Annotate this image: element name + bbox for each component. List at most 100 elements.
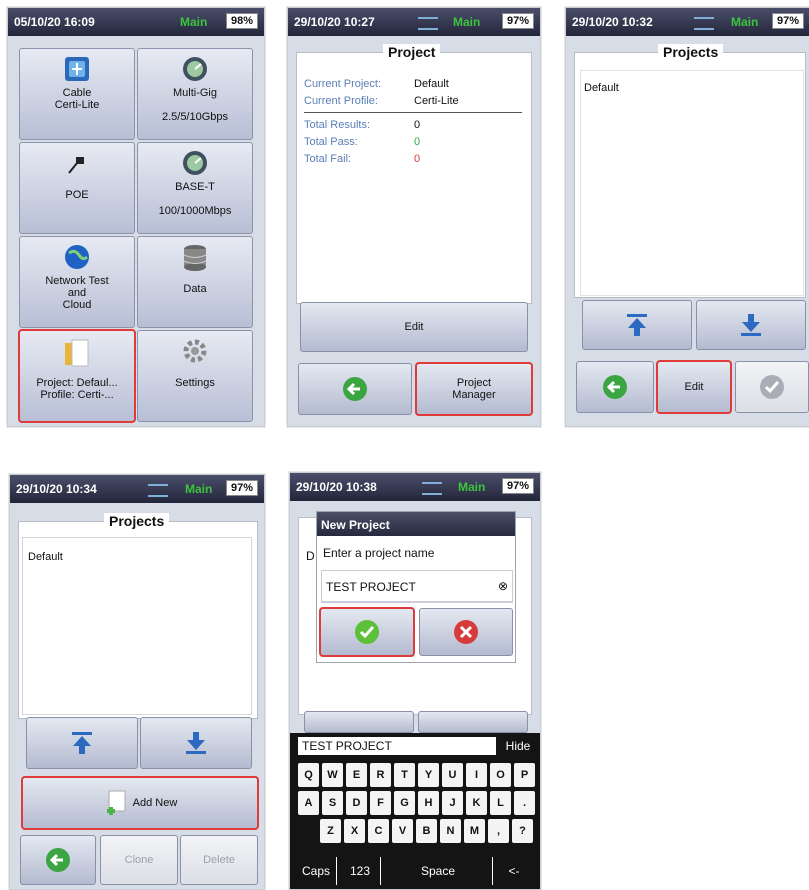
speedometer-icon [183,151,207,175]
list-item[interactable]: Default [28,551,63,563]
list-scroll-area[interactable] [580,70,804,296]
key-row2-7[interactable]: K [466,791,487,815]
key-row1-7[interactable]: I [466,763,487,787]
key-row3-3[interactable]: V [392,819,413,843]
key-row3-5[interactable]: N [440,819,461,843]
screen-main-menu: 05/10/20 16:09 Main 98% Cable Certi-Lite… [7,7,265,427]
key-row1-1[interactable]: W [322,763,343,787]
key-row3-1[interactable]: X [344,819,365,843]
button-label: Manager [452,389,496,401]
back-button[interactable] [576,361,654,413]
tile-label: Settings [175,377,215,389]
screen-projects-add: 29/10/20 10:34 Main 97% Projects Default… [9,474,265,890]
tile-network-test-cloud[interactable]: Network Test and Cloud [19,236,135,328]
speedometer-icon [183,57,207,81]
status-datetime: 05/10/20 16:09 [14,15,95,29]
globe-icon [65,245,89,269]
key-row3-2[interactable]: C [368,819,389,843]
key-row3-4[interactable]: B [416,819,437,843]
ok-button[interactable] [319,607,415,657]
backspace-key[interactable]: <- [494,857,534,885]
key-row1-0[interactable]: Q [298,763,319,787]
tile-poe[interactable]: POE [19,142,135,234]
total-pass-value: 0 [414,136,421,148]
folder-document-icon [65,339,89,367]
poe-plug-icon [68,157,84,174]
field-label: Total Pass: [304,136,358,148]
key-row2-0[interactable]: A [298,791,319,815]
key-row1-3[interactable]: R [370,763,391,787]
key-row2-1[interactable]: S [322,791,343,815]
key-row3-0[interactable]: Z [320,819,341,843]
numbers-key[interactable]: 123 [340,857,381,885]
divider [304,112,522,113]
delete-button[interactable]: Delete [180,835,258,885]
arrow-down-bar-icon [741,314,761,336]
key-row2-4[interactable]: G [394,791,415,815]
confirm-button[interactable] [735,361,809,413]
network-icon [418,17,438,30]
field-label: Total Fail: [304,153,352,165]
clear-icon[interactable]: ⊗ [498,579,508,593]
status-bar: 05/10/20 16:09 Main 98% [8,8,264,36]
key-row3-6[interactable]: M [464,819,485,843]
add-document-icon [106,790,126,815]
tile-multi-gig[interactable]: Multi-Gig 2.5/5/10Gbps [137,48,253,140]
back-button[interactable] [298,363,412,415]
tile-sublabel: Certi-Lite [54,99,100,111]
status-mode: Main [180,15,208,29]
key-row2-3[interactable]: F [370,791,391,815]
move-up-button[interactable] [26,717,138,769]
project-manager-button[interactable]: Project Manager [415,362,533,416]
clone-button[interactable]: Clone [100,835,178,885]
project-name-input[interactable]: TEST PROJECT ⊗ [321,570,513,603]
tile-base-t[interactable]: BASE-T 100/1000Mbps [137,142,253,234]
battery-indicator: 97% [501,13,534,29]
status-bar: 29/10/20 10:32 Main 97% [566,8,809,36]
total-results-value: 0 [414,119,421,131]
key-row2-6[interactable]: J [442,791,463,815]
field-label: Current Profile: [304,95,378,107]
battery-indicator: 97% [501,478,534,494]
key-row3-7[interactable]: , [488,819,509,843]
tile-label: Project: Defaul... [36,377,118,389]
key-row1-8[interactable]: O [490,763,511,787]
back-button[interactable] [20,835,96,885]
key-row2-2[interactable]: D [346,791,367,815]
key-row1-4[interactable]: T [394,763,415,787]
total-fail-value: 0 [414,153,421,165]
input-value: TEST PROJECT [326,580,416,594]
key-row2-5[interactable]: H [418,791,439,815]
keyboard-input-value: TEST PROJECT [302,739,392,753]
caps-key[interactable]: Caps [296,857,337,885]
arrow-down-bar-icon [186,732,206,754]
key-row1-9[interactable]: P [514,763,535,787]
status-datetime: 29/10/20 10:38 [296,480,377,494]
panel-title: Projects [104,513,170,529]
key-row1-2[interactable]: E [346,763,367,787]
keyboard-input[interactable]: TEST PROJECT [298,737,496,755]
tile-settings[interactable]: Settings [137,330,253,422]
key-row2-8[interactable]: L [490,791,511,815]
tile-project-profile[interactable]: Project: Defaul... Profile: Certi-... [18,329,136,423]
edit-button[interactable]: Edit [656,360,732,414]
key-row2-9[interactable]: . [514,791,535,815]
hide-keyboard-button[interactable]: Hide [498,737,538,755]
tile-data[interactable]: Data [137,236,253,328]
move-down-button[interactable] [140,717,252,769]
space-key[interactable]: Space [384,857,493,885]
network-icon [148,484,168,497]
key-row1-6[interactable]: U [442,763,463,787]
move-down-button[interactable] [696,300,806,350]
edit-button[interactable]: Edit [300,302,528,352]
move-up-button[interactable] [582,300,692,350]
network-icon [694,17,714,30]
tile-label: Data [183,283,207,295]
key-row3-8[interactable]: ? [512,819,533,843]
add-new-button[interactable]: Add New [21,776,259,830]
cancel-button[interactable] [419,608,513,656]
list-scroll-area[interactable] [22,537,252,715]
back-arrow-icon [343,377,367,401]
key-row1-5[interactable]: Y [418,763,439,787]
tile-cable-certi-lite[interactable]: Cable Certi-Lite [19,48,135,140]
